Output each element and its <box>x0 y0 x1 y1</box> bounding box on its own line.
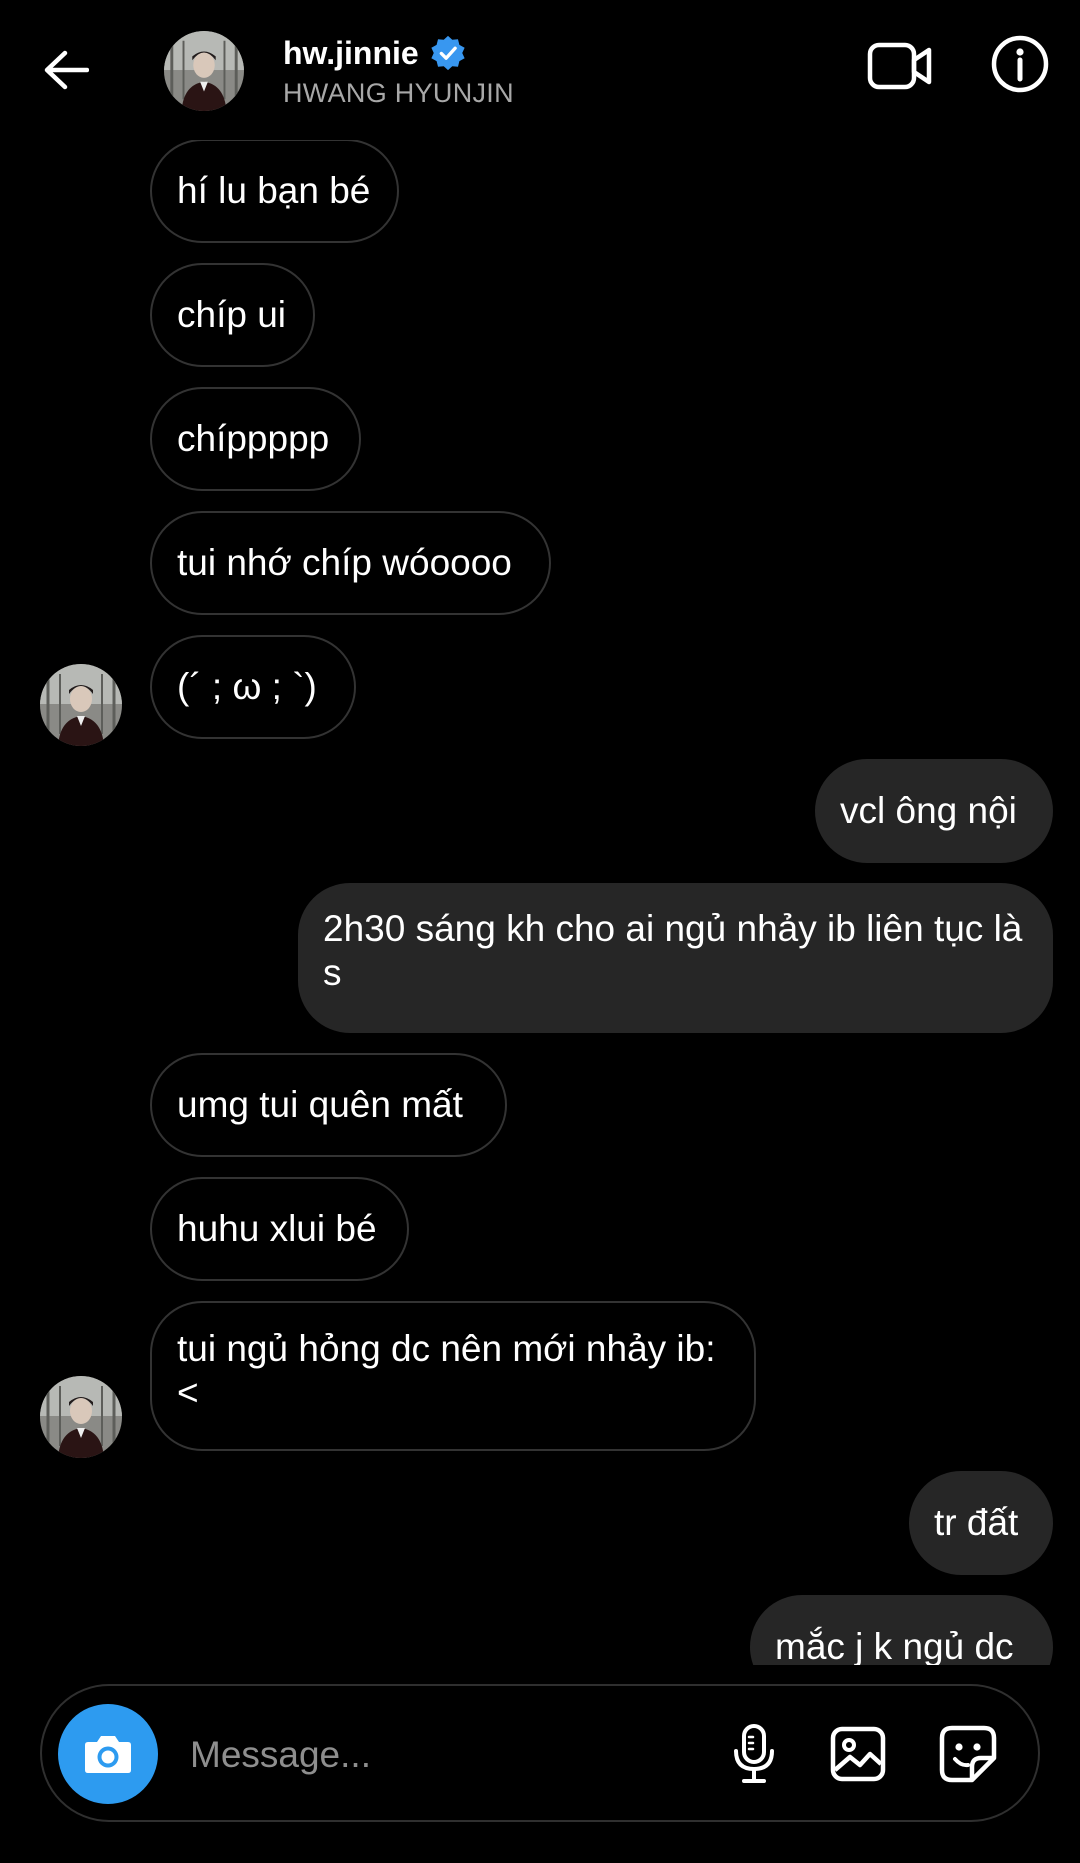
outgoing-message[interactable]: tr đất <box>909 1471 1053 1575</box>
incoming-message[interactable]: chíp ui <box>150 263 315 367</box>
avatar-photo-icon <box>164 31 244 111</box>
gallery-icon <box>830 1726 886 1782</box>
incoming-message[interactable]: (´ ; ω ; `) <box>150 635 356 739</box>
outgoing-message[interactable]: vcl ông nội <box>815 759 1053 863</box>
message-text: tui ngủ hỏng dc nên mới nhảy ib:< <box>177 1328 716 1413</box>
sticker-button[interactable] <box>936 1720 1000 1788</box>
message-text: chíppppp <box>177 418 330 459</box>
message-composer <box>40 1684 1040 1822</box>
incoming-message[interactable]: tui ngủ hỏng dc nên mới nhảy ib:< <box>150 1301 756 1451</box>
incoming-message[interactable]: hí lu bạn bé <box>150 139 399 243</box>
incoming-message[interactable]: huhu xlui bé <box>150 1177 409 1281</box>
gallery-button[interactable] <box>826 1720 890 1788</box>
outgoing-message[interactable]: mắc j k ngủ dc <box>750 1595 1053 1665</box>
message-text: huhu xlui bé <box>177 1208 377 1249</box>
header-title-row[interactable]: hw.jinnie <box>283 32 467 74</box>
sender-avatar[interactable] <box>40 1376 122 1458</box>
message-text: mắc j k ngủ dc <box>775 1626 1014 1665</box>
video-call-button[interactable] <box>864 36 936 96</box>
message-text: (´ ; ω ; `) <box>177 666 317 707</box>
sender-avatar[interactable] <box>40 664 122 746</box>
message-input[interactable] <box>188 1722 612 1788</box>
sticker-icon <box>939 1725 997 1783</box>
message-thread[interactable]: hí lu bạn bé chíp ui chíppppp tui nhớ ch… <box>0 0 1080 1665</box>
message-text: tr đất <box>934 1502 1019 1543</box>
back-button[interactable] <box>36 40 96 100</box>
message-text: 2h30 sáng kh cho ai ngủ nhảy ib liên tục… <box>323 908 1023 993</box>
incoming-message[interactable]: tui nhớ chíp wóoooo <box>150 511 551 615</box>
avatar-photo-icon <box>40 664 122 746</box>
camera-icon <box>85 1736 131 1773</box>
incoming-message[interactable]: umg tui quên mất <box>150 1053 507 1157</box>
message-text: hí lu bạn bé <box>177 170 371 211</box>
video-call-icon <box>867 42 932 90</box>
message-text: vcl ông nội <box>840 790 1017 831</box>
username[interactable]: hw.jinnie <box>283 32 419 74</box>
voice-message-button[interactable] <box>724 1720 784 1788</box>
message-text: tui nhớ chíp wóoooo <box>177 542 512 583</box>
outgoing-message[interactable]: 2h30 sáng kh cho ai ngủ nhảy ib liên tục… <box>298 883 1053 1033</box>
display-name: HWANG HYUNJIN <box>283 78 514 108</box>
info-button[interactable] <box>988 32 1052 96</box>
header-avatar[interactable] <box>164 31 244 111</box>
incoming-message[interactable]: chíppppp <box>150 387 361 491</box>
verified-badge-icon <box>429 34 467 72</box>
camera-button[interactable] <box>58 1704 158 1804</box>
back-arrow-icon <box>44 50 89 90</box>
microphone-icon <box>734 1724 774 1783</box>
message-text: umg tui quên mất <box>177 1084 463 1125</box>
avatar-photo-icon <box>40 1376 122 1458</box>
chat-header: hw.jinnie HWANG HYUNJIN <box>0 0 1080 140</box>
info-icon <box>991 35 1049 93</box>
message-text: chíp ui <box>177 294 287 335</box>
